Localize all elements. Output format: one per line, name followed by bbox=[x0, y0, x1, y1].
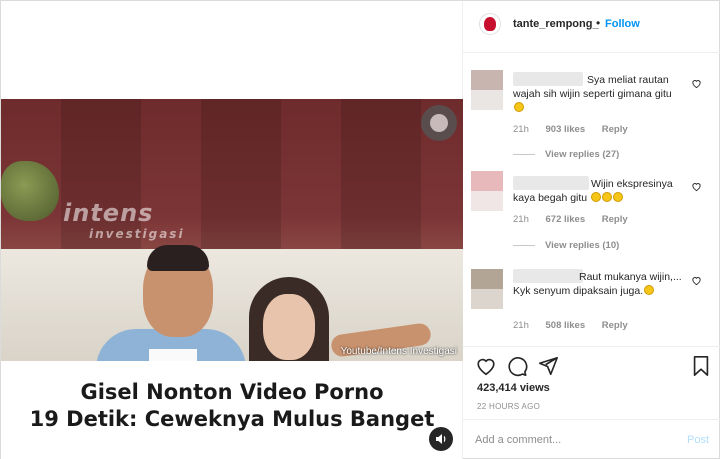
view-count[interactable]: 423,414 views bbox=[477, 382, 550, 394]
post-header: tante_rempong_ • Follow bbox=[463, 1, 720, 53]
avatar-blur-bottom bbox=[471, 289, 503, 309]
wall-panel bbox=[341, 99, 421, 259]
view-replies-button[interactable]: View replies (27) bbox=[513, 149, 619, 160]
comment-text: Raut mukanya wijin,... Kyk senyum dipaks… bbox=[513, 270, 683, 298]
avatar-blur-bottom bbox=[471, 90, 503, 110]
comment-meta: 21h 508 likes Reply bbox=[513, 320, 642, 331]
side-panel: tante_rempong_ • Follow Sya meliat rauta… bbox=[463, 1, 720, 459]
bookmark-icon[interactable] bbox=[691, 355, 711, 377]
replies-line bbox=[513, 244, 535, 246]
author-username[interactable]: tante_rempong_ bbox=[513, 18, 599, 30]
speaker-icon bbox=[436, 434, 446, 444]
heart-icon[interactable] bbox=[691, 78, 702, 89]
comment-likes[interactable]: 508 likes bbox=[546, 320, 586, 331]
avatar-blur-top bbox=[471, 70, 503, 90]
media-area: intens investigasi Youtube/Intens Invest… bbox=[1, 1, 463, 459]
watermark-sub: investigasi bbox=[89, 227, 185, 241]
post-dialog: intens investigasi Youtube/Intens Invest… bbox=[0, 0, 720, 459]
smiling-face-emoji-icon bbox=[514, 102, 524, 112]
avatar-blur-top bbox=[471, 171, 503, 191]
wall-panel bbox=[201, 99, 281, 259]
comment-reply-button[interactable]: Reply bbox=[602, 124, 628, 135]
author-avatar[interactable] bbox=[479, 13, 501, 35]
commenter-avatar[interactable] bbox=[471, 70, 503, 110]
separator-dot: • bbox=[596, 16, 601, 30]
video-player[interactable]: intens investigasi Youtube/Intens Invest… bbox=[1, 99, 463, 361]
comment-bubble-icon[interactable] bbox=[506, 355, 528, 377]
caption-line-2: 19 Detik: Ceweknya Mulus Banget bbox=[29, 407, 435, 431]
plant bbox=[1, 161, 59, 221]
like-heart-icon[interactable] bbox=[475, 355, 497, 377]
comment-meta: 21h 903 likes Reply bbox=[513, 124, 642, 135]
commenter-avatar[interactable] bbox=[471, 269, 503, 309]
heart-icon[interactable] bbox=[691, 275, 702, 286]
add-comment-input[interactable] bbox=[475, 430, 675, 450]
caption-line-1: Gisel Nonton Video Porno bbox=[80, 380, 384, 404]
grinning-sweat-emoji-icon bbox=[613, 192, 624, 202]
view-replies-label: View replies (10) bbox=[545, 240, 620, 251]
heart-icon[interactable] bbox=[691, 181, 702, 192]
smiling-face-emoji-icon bbox=[644, 285, 655, 295]
comment-text: Sya meliat rautan wajah sih wijin sepert… bbox=[513, 73, 689, 115]
commenter-avatar[interactable] bbox=[471, 171, 503, 211]
comment-composer: Post bbox=[463, 419, 720, 459]
comment-time: 21h bbox=[513, 124, 529, 135]
post-timestamp[interactable]: 22 HOURS AGO bbox=[477, 402, 540, 411]
video-credit: Youtube/Intens Investigasi bbox=[340, 346, 457, 357]
avatar-blur-top bbox=[471, 269, 503, 289]
watermark-main: intens bbox=[63, 199, 154, 227]
grinning-sweat-emoji-icon bbox=[602, 192, 613, 202]
person-man-shirt bbox=[149, 349, 197, 361]
follow-button[interactable]: Follow bbox=[605, 18, 640, 30]
post-actions: 423,414 views 22 HOURS AGO bbox=[463, 346, 720, 416]
mute-toggle-button[interactable] bbox=[429, 427, 453, 451]
avatar-blur-bottom bbox=[471, 191, 503, 211]
comment-reply-button[interactable]: Reply bbox=[602, 320, 628, 331]
comment-text-content: Raut mukanya wijin,... Kyk senyum dipaks… bbox=[513, 271, 682, 297]
comment-likes[interactable]: 672 likes bbox=[546, 214, 586, 225]
comment-reply-button[interactable]: Reply bbox=[602, 214, 628, 225]
post-comment-button[interactable]: Post bbox=[687, 434, 709, 446]
comment-meta: 21h 672 likes Reply bbox=[513, 214, 642, 225]
comment-likes[interactable]: 903 likes bbox=[546, 124, 586, 135]
video-caption: Gisel Nonton Video Porno 19 Detik: Cewek… bbox=[1, 379, 463, 433]
person-woman-face bbox=[263, 294, 315, 360]
comment-text-content: Sya meliat rautan wajah sih wijin sepert… bbox=[513, 74, 672, 100]
comments-list[interactable]: Sya meliat rautan wajah sih wijin sepert… bbox=[463, 54, 720, 346]
view-replies-label: View replies (27) bbox=[545, 149, 620, 160]
video-watermark: intens investigasi bbox=[63, 199, 185, 241]
person-man-hair bbox=[147, 245, 209, 271]
comment-time: 21h bbox=[513, 320, 529, 331]
lamp bbox=[421, 105, 457, 141]
share-send-icon[interactable] bbox=[537, 355, 559, 377]
replies-line bbox=[513, 153, 535, 155]
grinning-sweat-emoji-icon bbox=[591, 192, 602, 202]
comment-text: Wijin ekspresinya kaya begah gitu bbox=[513, 177, 689, 205]
view-replies-button[interactable]: View replies (10) bbox=[513, 240, 619, 251]
comment-time: 21h bbox=[513, 214, 529, 225]
